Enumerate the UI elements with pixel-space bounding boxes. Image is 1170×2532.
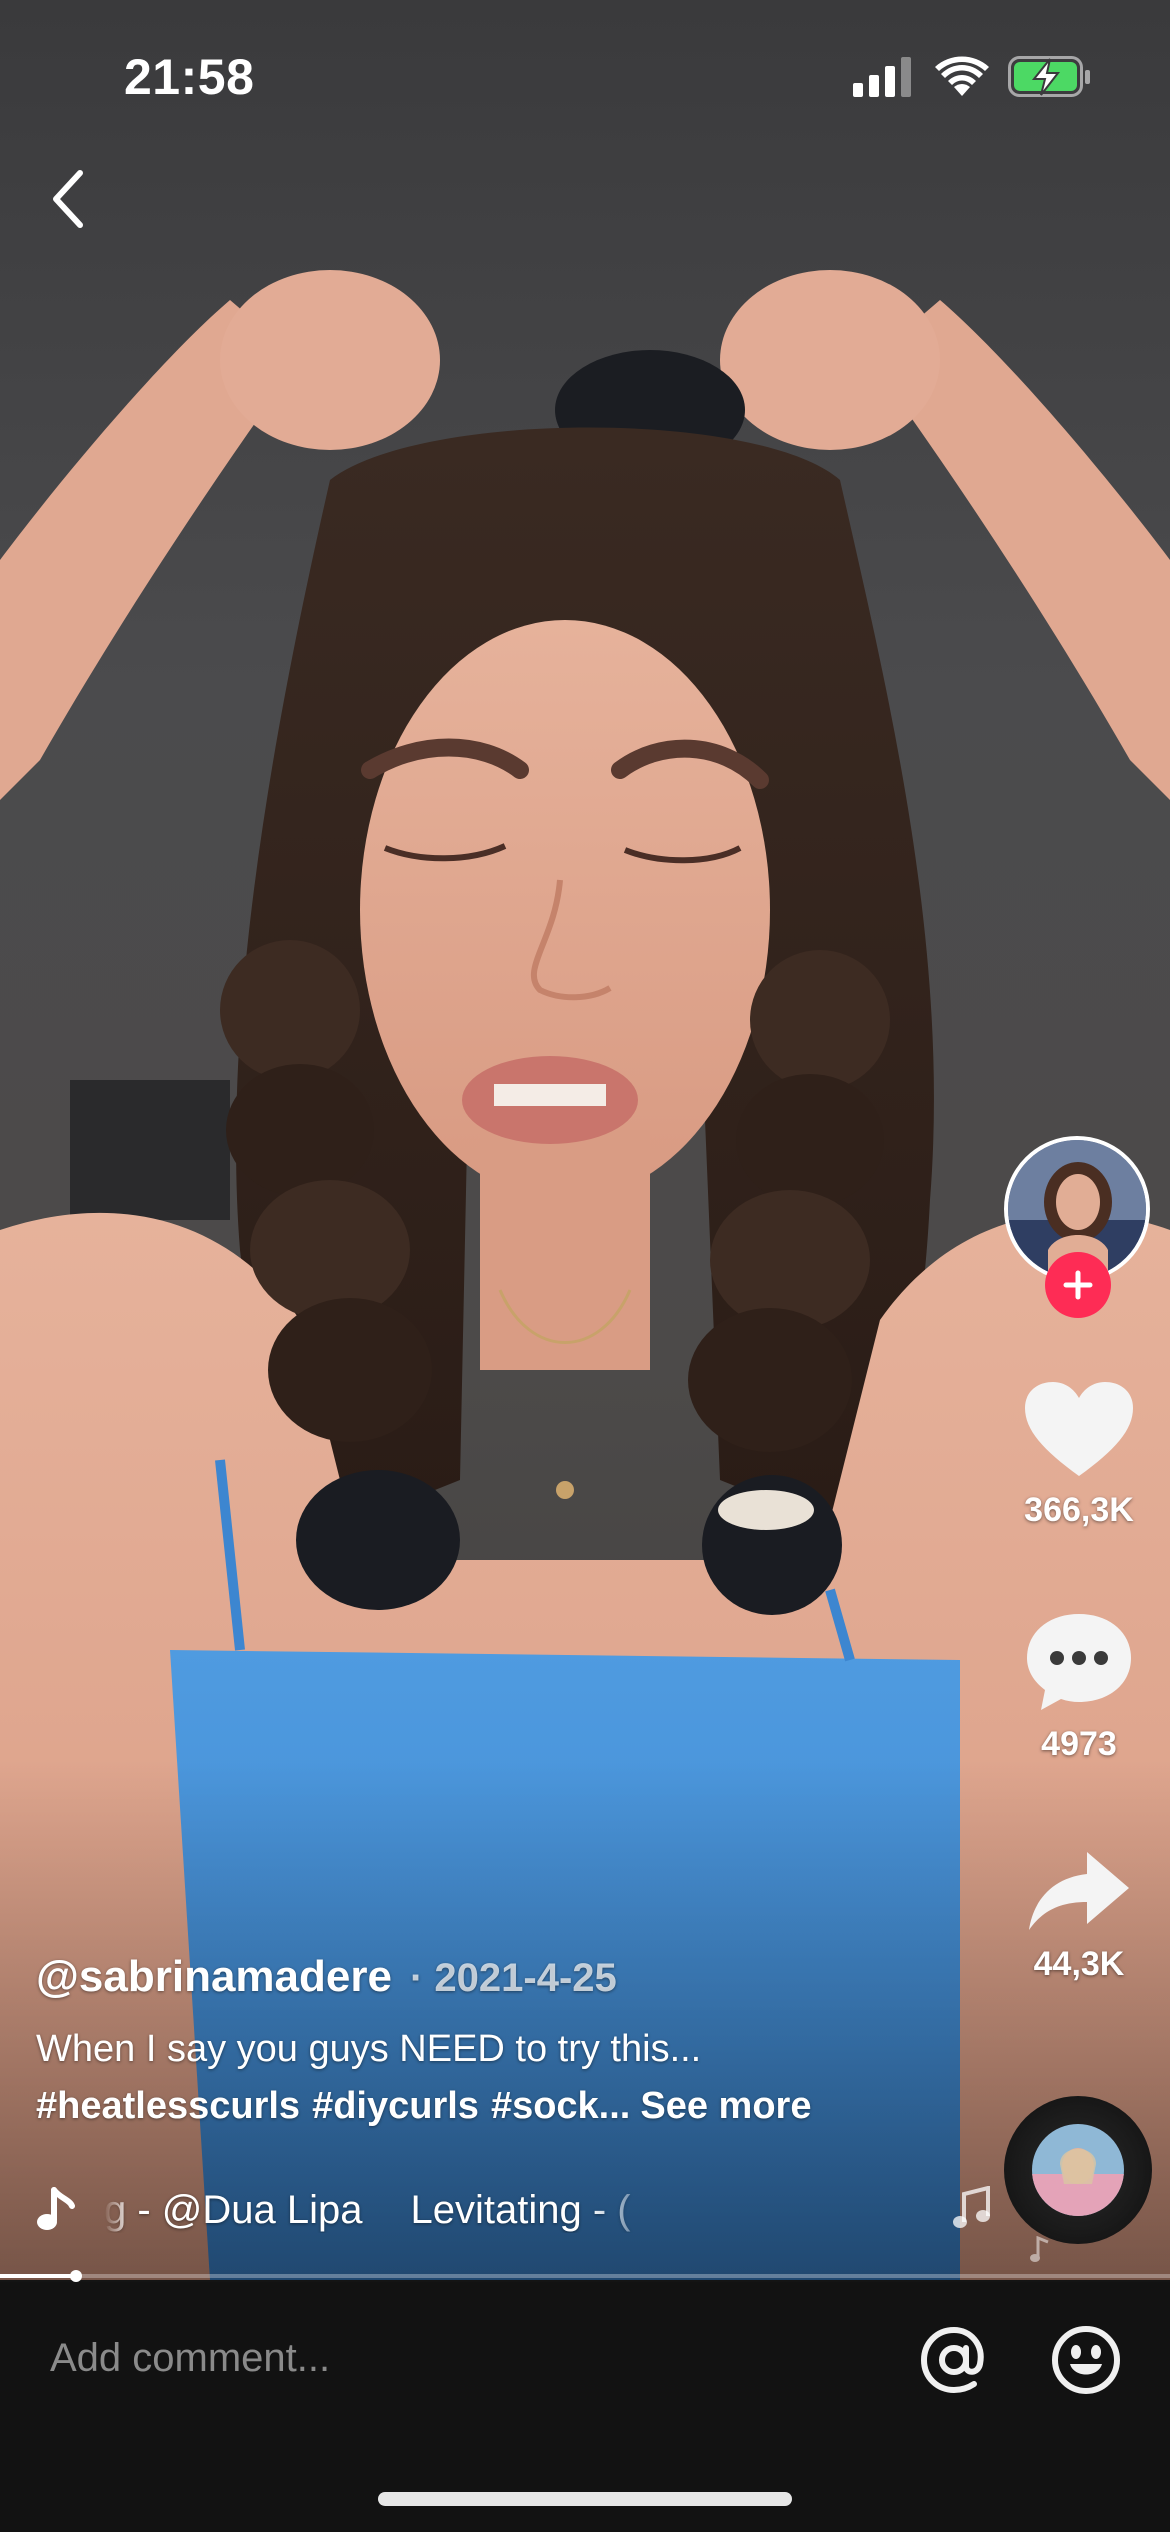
follow-button[interactable] [1045, 1252, 1111, 1318]
caption-text: When I say you guys NEED to try this... [36, 2028, 702, 2070]
share-arrow-icon [1029, 1852, 1129, 1930]
tiktok-video-screen: 21:58 366,3K 4973 44,3K @sabrinamadere ·… [0, 0, 1170, 2532]
emoji-icon[interactable] [1050, 2324, 1122, 2396]
like-count: 366,3K [1024, 1491, 1134, 1529]
share-count: 44,3K [1033, 1945, 1125, 1983]
video-progress-thumb[interactable] [70, 2270, 82, 2282]
home-indicator [378, 2492, 792, 2506]
video-caption: @sabrinamadere · 2021-4-25 When I say yo… [36, 1952, 956, 2128]
music-title-part: Levitating - ( [410, 2187, 631, 2232]
hashtag-link[interactable]: #diycurls [312, 2085, 479, 2127]
at-sign-icon[interactable] [918, 2324, 990, 2396]
music-title-part: g - @Dua Lipa [104, 2187, 363, 2232]
video-player[interactable] [0, 0, 1170, 2280]
chevron-left-icon [53, 170, 83, 228]
video-progress-fill [0, 2274, 76, 2278]
music-note-icon [37, 2187, 75, 2230]
floating-note-icon [953, 2186, 990, 2228]
status-bar: 21:58 [0, 0, 1170, 150]
heart-icon [1025, 1382, 1133, 1476]
album-art-image [1032, 2124, 1124, 2216]
comment-bubble-icon [1027, 1614, 1131, 1710]
video-progress-bar[interactable] [0, 2270, 1170, 2282]
back-button[interactable] [38, 160, 98, 238]
comment-count: 4973 [1041, 1725, 1117, 1763]
music-title-marquee: g - @Dua Lipa Levitating - ( [104, 2188, 656, 2233]
post-date: · 2021-4-25 [409, 1956, 617, 2000]
signal-icon [853, 57, 911, 97]
plus-icon [1063, 1270, 1093, 1300]
hashtag-link[interactable]: #sock... [491, 2085, 630, 2127]
music-row[interactable]: g - @Dua Lipa Levitating - ( [36, 2180, 656, 2240]
music-cover-art [1032, 2124, 1124, 2216]
add-comment-input[interactable]: Add comment... [50, 2328, 870, 2388]
author-row: @sabrinamadere · 2021-4-25 [36, 1952, 956, 2002]
status-time: 21:58 [124, 49, 255, 105]
like-button[interactable]: 366,3K [1000, 1380, 1158, 1530]
comment-button[interactable]: 4973 [1000, 1610, 1158, 1764]
hashtag-line: #heatlesscurls #diycurls #sock... See more [36, 2085, 956, 2128]
see-more-link[interactable]: See more [640, 2085, 811, 2127]
battery-charging-icon [1008, 56, 1090, 97]
hashtag-link[interactable]: #heatlesscurls [36, 2085, 300, 2127]
floating-note-icon [1030, 2236, 1049, 2262]
author-name[interactable]: @sabrinamadere [36, 1952, 392, 2002]
share-button[interactable]: 44,3K [1000, 1848, 1158, 1984]
wifi-icon [935, 56, 989, 96]
music-disc[interactable] [1004, 2096, 1152, 2244]
